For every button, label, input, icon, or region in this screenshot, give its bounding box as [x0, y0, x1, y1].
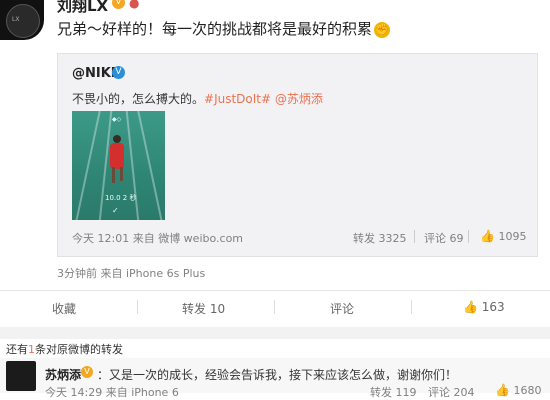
divider [274, 300, 275, 314]
divider [468, 230, 469, 243]
track-lane-line [124, 111, 142, 220]
comment-button[interactable]: 评论 [330, 300, 354, 317]
fist-emoji-icon: ✊ [374, 21, 391, 38]
post-text-content: 兄弟～好样的！每一次的挑战都将是最好的积累 [57, 20, 373, 38]
reposted-meta[interactable]: 今天 12:01 来自 微博 weibo.com [72, 230, 243, 246]
post-meta[interactable]: 3分钟前 来自 iPhone 6s Plus [57, 265, 205, 281]
reposted-hashtag-mention[interactable]: #JustDoIt# @苏炳添 [204, 92, 323, 106]
reposted-text-plain: 不畏小的，怎么搏大的。 [72, 92, 205, 106]
runner-head [113, 135, 121, 143]
reply-author-name[interactable]: 苏炳添 [45, 366, 81, 383]
reply-author-avatar[interactable] [6, 361, 36, 391]
runner-leg [120, 167, 123, 181]
more-reposts-prefix: 还有 [6, 343, 28, 356]
reply-like-button[interactable]: 👍 1680 [495, 383, 541, 397]
reply-like-count: 1680 [513, 384, 542, 397]
thumbs-up-icon: 👍 [480, 229, 495, 243]
reply-text: ：又是一次的成长，经验会告诉我，接下来应该怎么做，谢谢你们！ [97, 368, 458, 382]
section-gap [0, 327, 550, 339]
photo-time-caption: 10.0 2 秒 [105, 194, 137, 202]
avatar-caption: LX [12, 16, 20, 23]
runner-leg [112, 167, 115, 183]
reposted-like-count: 1095 [498, 230, 527, 243]
more-reposts-count: 1 [28, 343, 35, 356]
reply-meta[interactable]: 今天 14:29 来自 iPhone 6 [45, 384, 179, 400]
track-lane-line [72, 111, 103, 220]
reposted-comment-count[interactable]: 评论 69 [424, 230, 464, 246]
divider [411, 300, 412, 314]
reposted-forward-count[interactable]: 转发 3325 [353, 230, 407, 246]
reply-comment-count[interactable]: 评论 204 [428, 384, 475, 400]
author-avatar[interactable]: LX [0, 0, 44, 40]
post-text: 兄弟～好样的！每一次的挑战都将是最好的积累 ✊ [57, 18, 391, 39]
divider [137, 300, 138, 314]
reposted-text: 不畏小的，怎么搏大的。#JustDoIt# @苏炳添 [72, 90, 323, 107]
thumbs-up-icon: 👍 [495, 383, 510, 397]
like-count: 163 [481, 300, 505, 314]
more-reposts-suffix: 条对原微博的转发 [35, 343, 123, 356]
reposted-photo[interactable]: ◆◇ 10.0 2 秒 ✓ [72, 111, 165, 220]
nike-swoosh-icon: ✓ [112, 206, 119, 215]
medal-icon: ● [129, 0, 140, 10]
verified-orange-icon: V [81, 366, 93, 378]
reposted-like-button[interactable]: 👍 1095 [480, 229, 526, 243]
verified-orange-icon: V [112, 0, 125, 9]
runner-figure [110, 143, 124, 169]
verified-blue-icon: V [112, 66, 125, 79]
track-lane-line [135, 111, 165, 220]
like-button[interactable]: 👍 163 [463, 300, 505, 314]
forward-button[interactable]: 转发 10 [182, 300, 225, 317]
favorite-button[interactable]: 收藏 [52, 300, 76, 317]
reply-forward-count[interactable]: 转发 119 [370, 384, 417, 400]
thumbs-up-icon: 👍 [463, 300, 478, 314]
divider [414, 230, 415, 243]
photo-top-mark: ◆◇ [112, 116, 122, 123]
more-reposts-link[interactable]: 还有1条对原微博的转发 [6, 341, 123, 357]
post-author-name[interactable]: 刘翔LX [57, 0, 108, 16]
